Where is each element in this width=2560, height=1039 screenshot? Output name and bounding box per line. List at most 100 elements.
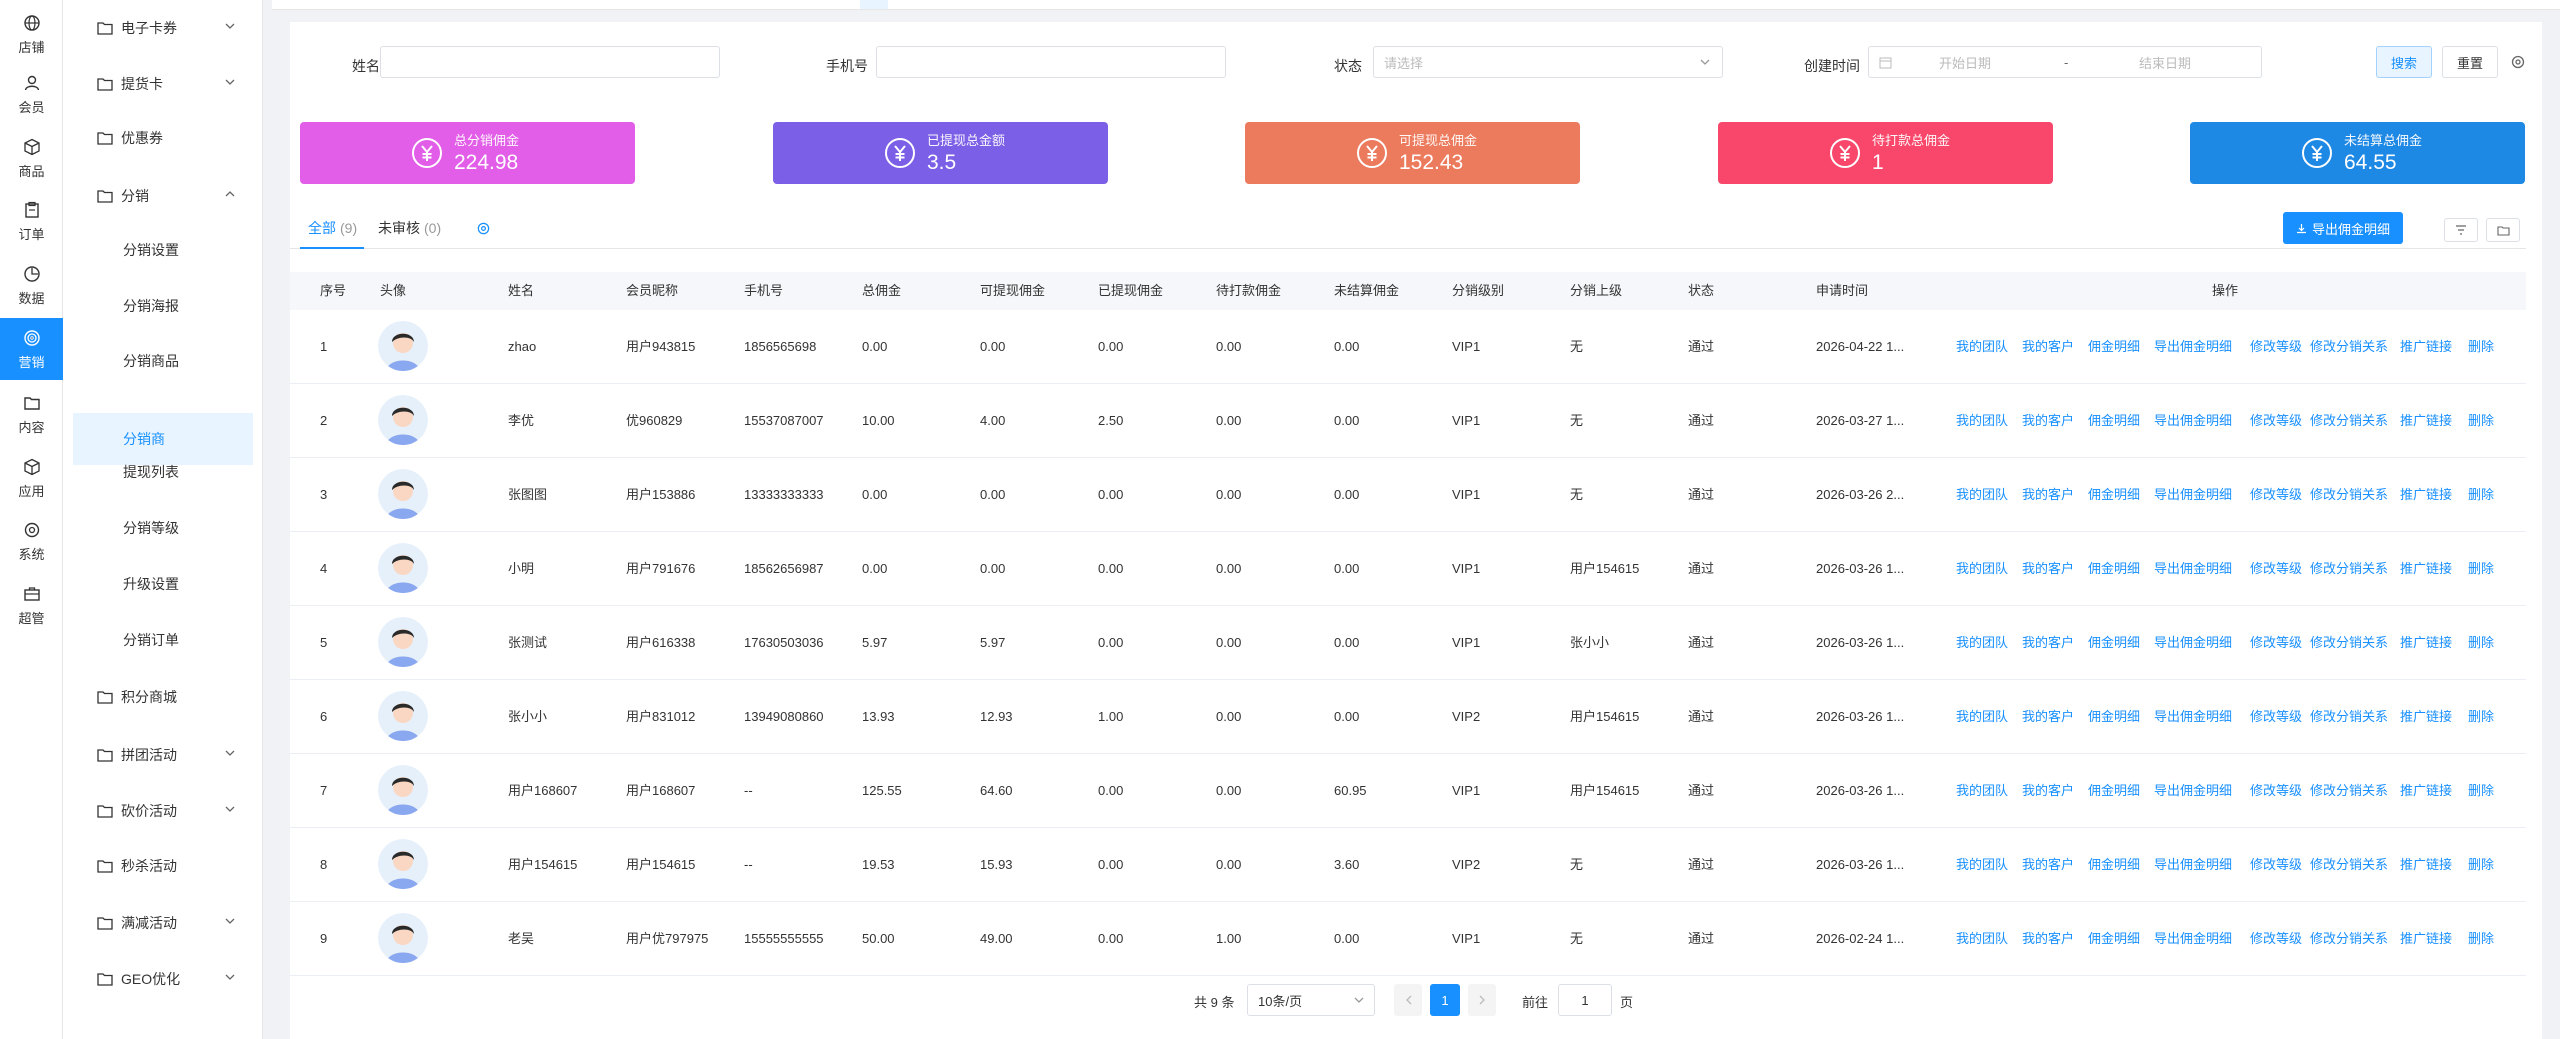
tab-pending[interactable]: 未审核 (0) [378,218,441,238]
row-action-link[interactable]: 推广链接 [2400,680,2452,754]
row-action-link[interactable]: 我的客户 [2022,458,2074,532]
row-action-link[interactable]: 我的团队 [1956,606,2008,680]
row-action-link[interactable]: 推广链接 [2400,754,2452,828]
sidebar-item-6[interactable]: 分销商品 [73,339,253,383]
row-action-link[interactable]: 推广链接 [2400,458,2452,532]
row-action-link[interactable]: 删除 [2468,680,2494,754]
page-size-select[interactable]: 10条/页 [1247,984,1375,1016]
tab-all[interactable]: 全部 (9) [308,218,357,238]
row-action-link[interactable]: 删除 [2468,384,2494,458]
row-action-link[interactable]: 删除 [2468,532,2494,606]
row-action-link[interactable]: 我的客户 [2022,828,2074,902]
rail-item-1[interactable]: 会员 [0,64,63,124]
row-action-link[interactable]: 我的客户 [2022,384,2074,458]
date-range-picker[interactable]: 开始日期 - 结束日期 [1868,46,2262,78]
row-action-link[interactable]: 佣金明细 [2088,384,2140,458]
row-action-link[interactable]: 我的客户 [2022,680,2074,754]
sidebar-item-14[interactable]: 砍价活动 [73,789,253,833]
sidebar-item-15[interactable]: 秒杀活动 [73,844,253,888]
prev-page-button[interactable] [1394,984,1422,1016]
row-action-link[interactable]: 我的团队 [1956,532,2008,606]
row-action-link[interactable]: 修改分销关系 [2310,606,2388,680]
row-action-link[interactable]: 修改分销关系 [2310,458,2388,532]
row-action-link[interactable]: 我的团队 [1956,828,2008,902]
sidebar-item-2[interactable]: 优惠券 [73,116,253,160]
row-action-link[interactable]: 佣金明细 [2088,828,2140,902]
sidebar-item-9[interactable]: 分销等级 [73,506,253,550]
reset-button[interactable]: 重置 [2442,46,2498,78]
row-action-link[interactable]: 修改等级 [2250,680,2302,754]
row-action-link[interactable]: 修改等级 [2250,754,2302,828]
row-action-link[interactable]: 佣金明细 [2088,458,2140,532]
row-action-link[interactable]: 推广链接 [2400,310,2452,384]
row-action-link[interactable]: 推广链接 [2400,606,2452,680]
row-action-link[interactable]: 导出佣金明细 [2154,902,2232,976]
row-action-link[interactable]: 我的团队 [1956,384,2008,458]
row-action-link[interactable]: 导出佣金明细 [2154,828,2232,902]
row-action-link[interactable]: 导出佣金明细 [2154,458,2232,532]
row-action-link[interactable]: 佣金明细 [2088,606,2140,680]
rail-item-2[interactable]: 商品 [0,128,63,188]
row-action-link[interactable]: 删除 [2468,754,2494,828]
row-action-link[interactable]: 修改分销关系 [2310,754,2388,828]
row-action-link[interactable]: 佣金明细 [2088,680,2140,754]
row-action-link[interactable]: 佣金明细 [2088,310,2140,384]
row-action-link[interactable]: 我的团队 [1956,680,2008,754]
row-action-link[interactable]: 导出佣金明细 [2154,754,2232,828]
row-action-link[interactable]: 我的团队 [1956,458,2008,532]
row-action-link[interactable]: 修改等级 [2250,384,2302,458]
name-filter-input[interactable] [380,46,720,78]
row-action-link[interactable]: 推广链接 [2400,902,2452,976]
rail-item-7[interactable]: 应用 [0,448,63,508]
row-action-link[interactable]: 佣金明细 [2088,754,2140,828]
row-action-link[interactable]: 导出佣金明细 [2154,310,2232,384]
row-action-link[interactable]: 修改等级 [2250,606,2302,680]
row-action-link[interactable]: 我的客户 [2022,532,2074,606]
row-action-link[interactable]: 推广链接 [2400,828,2452,902]
row-action-link[interactable]: 修改等级 [2250,532,2302,606]
row-action-link[interactable]: 我的客户 [2022,902,2074,976]
row-action-link[interactable]: 我的客户 [2022,754,2074,828]
row-action-link[interactable]: 修改分销关系 [2310,310,2388,384]
export-commission-button[interactable]: 导出佣金明细 [2283,212,2403,244]
sidebar-item-4[interactable]: 分销设置 [73,228,253,272]
row-action-link[interactable]: 修改分销关系 [2310,902,2388,976]
sidebar-item-13[interactable]: 拼团活动 [73,733,253,777]
status-select[interactable]: 请选择 [1373,46,1723,78]
sidebar-item-17[interactable]: GEO优化 [73,957,253,1001]
sidebar-item-5[interactable]: 分销海报 [73,284,253,328]
rail-item-8[interactable]: 系统 [0,511,63,571]
row-action-link[interactable]: 我的客户 [2022,310,2074,384]
phone-filter-input[interactable] [876,46,1226,78]
rail-item-5[interactable]: 营销 [0,318,63,380]
row-action-link[interactable]: 修改分销关系 [2310,828,2388,902]
row-action-link[interactable]: 我的客户 [2022,606,2074,680]
rail-item-9[interactable]: 超管 [0,575,63,635]
row-action-link[interactable]: 我的团队 [1956,754,2008,828]
sidebar-item-16[interactable]: 满减活动 [73,901,253,945]
row-action-link[interactable]: 导出佣金明细 [2154,606,2232,680]
search-button[interactable]: 搜索 [2376,46,2432,78]
row-action-link[interactable]: 佣金明细 [2088,532,2140,606]
rail-item-3[interactable]: 订单 [0,191,63,251]
tab-settings-icon[interactable] [476,221,491,236]
page-1-button[interactable]: 1 [1430,984,1460,1016]
row-action-link[interactable]: 修改分销关系 [2310,384,2388,458]
row-action-link[interactable]: 删除 [2468,902,2494,976]
sidebar-item-1[interactable]: 提货卡 [73,62,253,106]
folder-button[interactable] [2486,218,2520,242]
sidebar-item-0[interactable]: 电子卡券 [73,6,253,50]
row-action-link[interactable]: 修改等级 [2250,902,2302,976]
row-action-link[interactable]: 导出佣金明细 [2154,384,2232,458]
row-action-link[interactable]: 删除 [2468,310,2494,384]
row-action-link[interactable]: 修改等级 [2250,828,2302,902]
rail-item-4[interactable]: 数据 [0,255,63,315]
row-action-link[interactable]: 修改分销关系 [2310,680,2388,754]
row-action-link[interactable]: 修改分销关系 [2310,532,2388,606]
rail-item-6[interactable]: 内容 [0,384,63,444]
sidebar-item-11[interactable]: 分销订单 [73,618,253,662]
goto-page-input[interactable]: 1 [1558,984,1612,1016]
row-action-link[interactable]: 导出佣金明细 [2154,680,2232,754]
row-action-link[interactable]: 推广链接 [2400,384,2452,458]
row-action-link[interactable]: 佣金明细 [2088,902,2140,976]
